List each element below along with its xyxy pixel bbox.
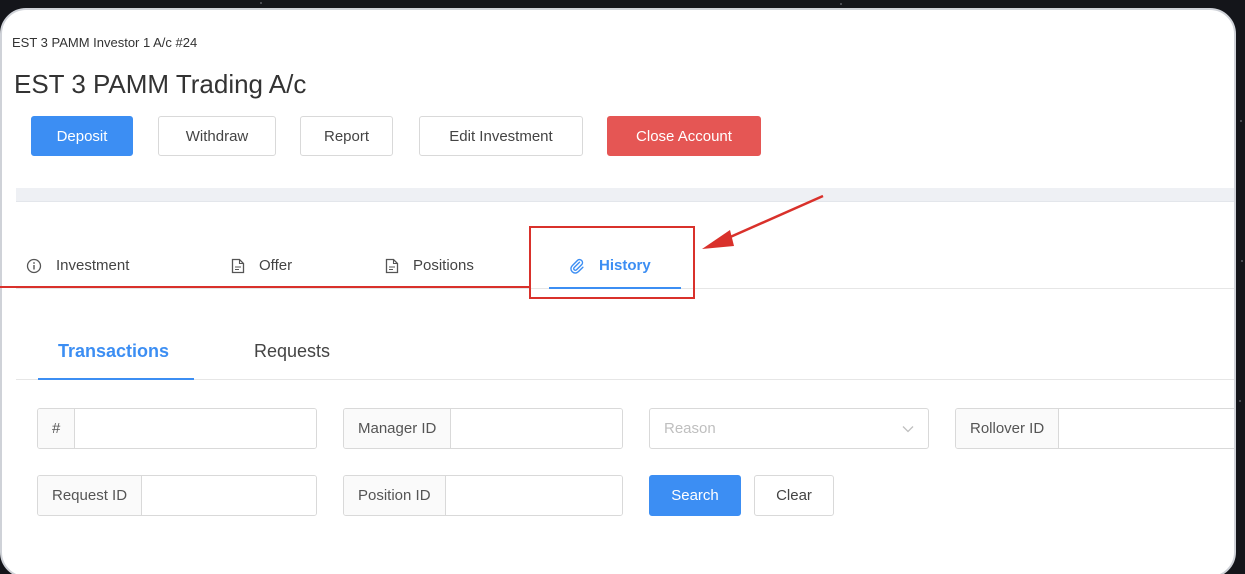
page-title: EST 3 PAMM Trading A/c xyxy=(14,69,307,99)
tab-positions[interactable]: Positions xyxy=(385,242,474,289)
star xyxy=(260,2,262,4)
breadcrumb[interactable]: EST 3 PAMM Investor 1 A/c #24 xyxy=(12,35,197,50)
main-tabs: Investment Offer Positions History xyxy=(16,242,1234,289)
star xyxy=(1240,120,1242,122)
star xyxy=(840,3,842,5)
document-icon xyxy=(385,258,399,274)
position-id-label: Position ID xyxy=(344,476,446,515)
history-subtabs: Transactions Requests xyxy=(16,322,1234,380)
document-icon xyxy=(231,258,245,274)
chevron-down-icon xyxy=(902,420,914,437)
search-button[interactable]: Search xyxy=(649,475,741,516)
rollover-id-label: Rollover ID xyxy=(956,409,1060,448)
clear-button[interactable]: Clear xyxy=(754,475,834,516)
close-account-button[interactable]: Close Account xyxy=(607,116,761,156)
tab-requests[interactable]: Requests xyxy=(254,322,330,380)
active-subtab-indicator xyxy=(38,378,194,380)
rollover-id-input[interactable] xyxy=(1059,409,1234,448)
request-id-input[interactable] xyxy=(142,476,316,515)
account-panel: EST 3 PAMM Investor 1 A/c #24 EST 3 PAMM… xyxy=(0,8,1236,574)
id-input[interactable] xyxy=(75,409,316,448)
request-id-filter: Request ID xyxy=(37,475,317,516)
paperclip-icon xyxy=(569,258,585,274)
request-id-label: Request ID xyxy=(38,476,143,515)
star xyxy=(1241,260,1243,262)
manager-id-filter: Manager ID xyxy=(343,408,623,449)
star xyxy=(1239,400,1241,402)
tab-investment[interactable]: Investment xyxy=(26,242,129,289)
tab-label: Offer xyxy=(259,257,293,274)
manager-id-label: Manager ID xyxy=(344,409,452,448)
reason-select[interactable]: Reason xyxy=(649,408,929,449)
section-divider xyxy=(16,188,1234,202)
active-tab-indicator xyxy=(549,287,681,289)
position-id-filter: Position ID xyxy=(343,475,623,516)
tab-label: Investment xyxy=(56,257,130,274)
rollover-id-filter: Rollover ID xyxy=(955,408,1234,449)
tab-offer[interactable]: Offer xyxy=(231,242,292,289)
withdraw-button[interactable]: Withdraw xyxy=(158,116,276,156)
tab-transactions[interactable]: Transactions xyxy=(58,322,169,380)
position-id-input[interactable] xyxy=(445,476,622,515)
edit-investment-button[interactable]: Edit Investment xyxy=(419,116,583,156)
id-filter-label: # xyxy=(38,409,76,448)
tab-history[interactable]: History xyxy=(569,242,651,289)
manager-id-input[interactable] xyxy=(451,409,622,448)
report-button[interactable]: Report xyxy=(300,116,393,156)
tab-label: Positions xyxy=(413,257,474,274)
tab-label: History xyxy=(599,257,651,274)
info-circle-icon xyxy=(26,258,42,274)
deposit-button[interactable]: Deposit xyxy=(31,116,133,156)
reason-placeholder: Reason xyxy=(664,420,716,437)
id-filter: # xyxy=(37,408,317,449)
